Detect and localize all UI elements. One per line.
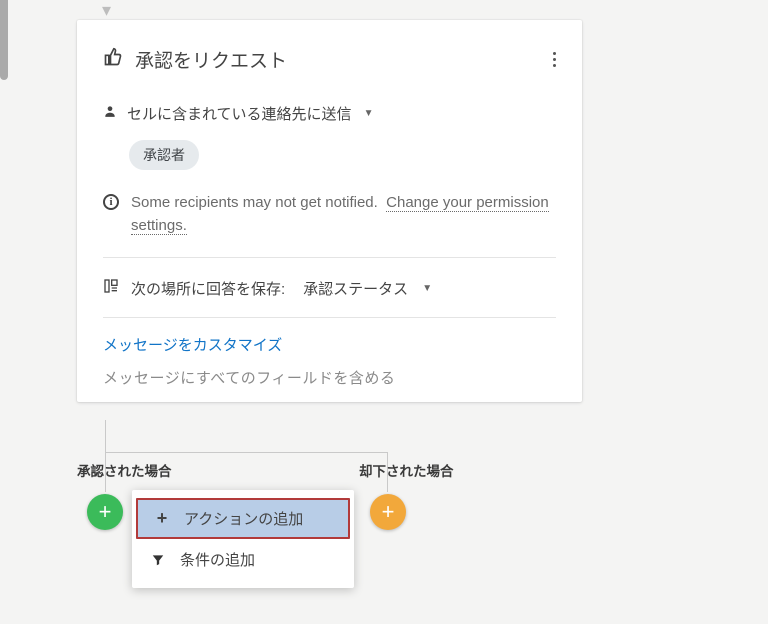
save-value: 承認ステータス <box>303 278 408 299</box>
person-icon <box>103 104 117 123</box>
chevron-down-icon: ▼ <box>364 108 374 119</box>
menu-add-action[interactable]: + アクションの追加 <box>136 498 350 539</box>
send-to-label: セルに含まれている連絡先に送信 <box>127 103 352 124</box>
card-header: 承認をリクエスト <box>103 46 556 73</box>
save-column-icon <box>103 278 119 299</box>
add-approved-action-button[interactable]: + <box>87 494 123 530</box>
send-to-row[interactable]: セルに含まれている連絡先に送信 ▼ <box>103 103 556 124</box>
scrollbar-thumb[interactable] <box>0 0 8 80</box>
chevron-down-icon: ▼ <box>422 283 432 294</box>
menu-add-action-label: アクションの追加 <box>184 508 303 529</box>
more-options-button[interactable] <box>553 52 556 67</box>
rejected-branch-label: 却下された場合 <box>359 460 454 480</box>
approved-branch-label: 承認された場合 <box>77 460 172 480</box>
add-rejected-action-button[interactable]: + <box>370 494 406 530</box>
save-label: 次の場所に回答を保存: <box>131 278 285 299</box>
card-title: 承認をリクエスト <box>135 46 287 73</box>
menu-add-condition[interactable]: 条件の追加 <box>132 539 354 580</box>
plus-icon: + <box>154 508 170 529</box>
thumbs-up-icon <box>103 47 123 72</box>
flow-entry-arrow: ▾ <box>102 0 111 21</box>
include-all-fields-text: メッセージにすべてのフィールドを含める <box>103 367 556 388</box>
info-text: Some recipients may not get notified. <box>131 194 378 211</box>
add-menu: + アクションの追加 条件の追加 <box>132 490 354 588</box>
info-icon: i <box>103 194 119 210</box>
customize-message-link[interactable]: メッセージをカスタマイズ <box>103 337 282 354</box>
approver-chip[interactable]: 承認者 <box>129 140 199 170</box>
filter-icon <box>150 553 166 567</box>
save-response-row[interactable]: 次の場所に回答を保存: 承認ステータス ▼ <box>103 258 556 318</box>
approval-request-card: 承認をリクエスト セルに含まれている連絡先に送信 ▼ 承認者 i Some re… <box>77 20 582 402</box>
menu-add-condition-label: 条件の追加 <box>180 549 255 570</box>
info-row: i Some recipients may not get notified. … <box>103 192 556 258</box>
